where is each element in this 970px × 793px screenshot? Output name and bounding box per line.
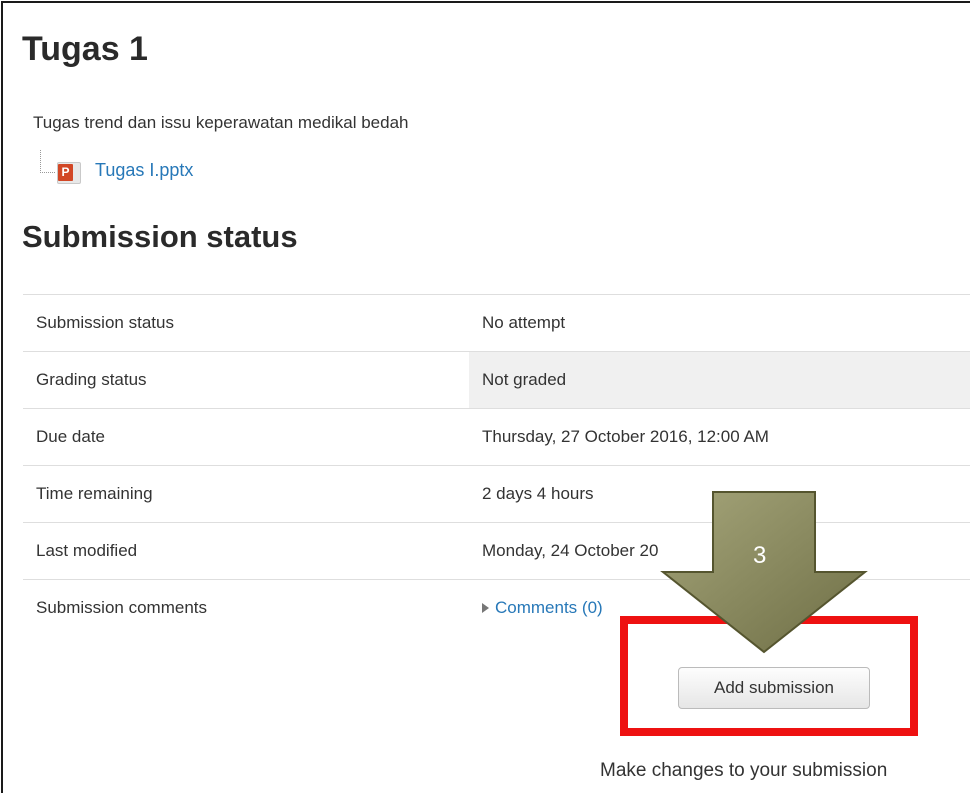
last-modified-value: Monday, 24 October 20: [482, 541, 659, 560]
comments-link[interactable]: Comments (0): [495, 598, 603, 617]
row-label: Grading status: [23, 351, 469, 409]
attachment-link[interactable]: Tugas I.pptx: [95, 160, 193, 181]
row-label: Due date: [23, 408, 469, 466]
row-label: Submission comments: [23, 579, 469, 636]
table-row: Grading status Not graded: [23, 351, 970, 409]
table-row: Submission status No attempt: [23, 294, 970, 352]
row-value: Not graded: [469, 351, 970, 409]
row-label: Submission status: [23, 294, 469, 352]
powerpoint-file-icon: P: [57, 162, 81, 184]
row-value: Thursday, 27 October 2016, 12:00 AM: [469, 408, 970, 466]
attachment-row: P Tugas I.pptx: [40, 150, 440, 190]
annotation-arrow-icon: [660, 491, 868, 654]
assignment-description: Tugas trend dan issu keperawatan medikal…: [33, 113, 409, 132]
expand-caret-icon[interactable]: [482, 603, 489, 613]
help-text: Make changes to your submission: [600, 760, 888, 781]
row-label: Last modified: [23, 522, 469, 580]
step-number: 3: [753, 542, 767, 569]
submission-status-heading: Submission status: [22, 219, 298, 254]
row-label: Time remaining: [23, 465, 469, 523]
page-title: Tugas 1: [22, 30, 148, 68]
row-value: No attempt: [469, 294, 970, 352]
table-row: Due date Thursday, 27 October 2016, 12:0…: [23, 408, 970, 466]
tree-connector: [40, 150, 55, 173]
